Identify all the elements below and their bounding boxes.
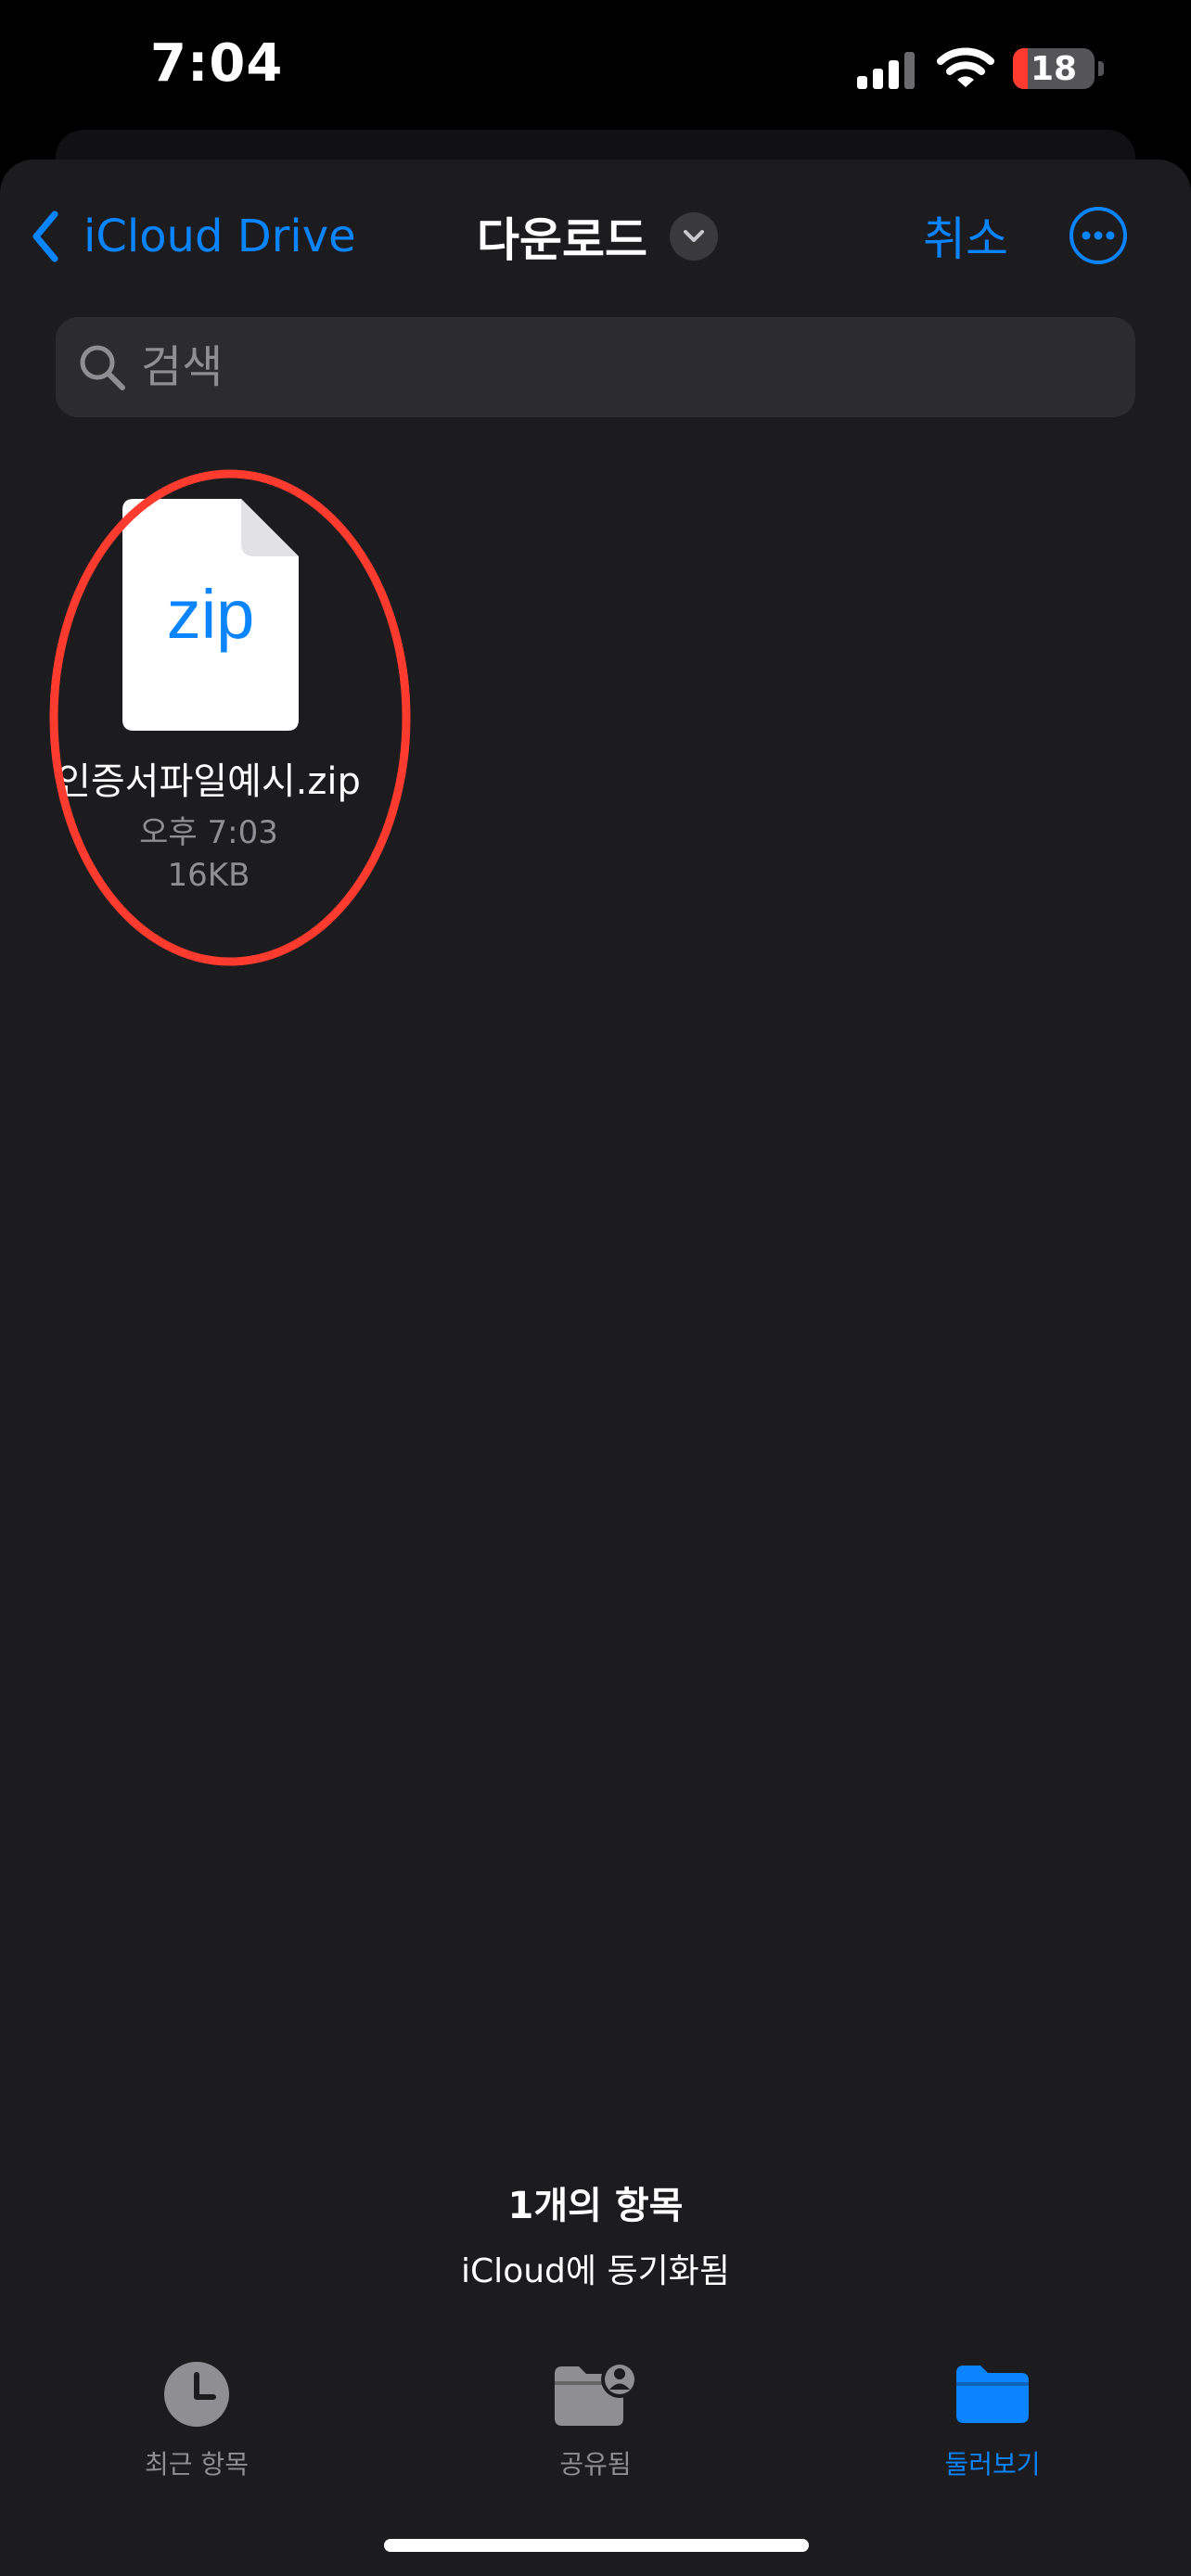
search-icon xyxy=(80,345,125,390)
search-input[interactable] xyxy=(141,317,1115,417)
back-label: iCloud Drive xyxy=(83,210,356,262)
page-title: 다운로드 xyxy=(477,213,647,267)
signal-icon xyxy=(857,52,915,89)
folder-title-menu[interactable]: 다운로드 xyxy=(477,206,718,267)
shared-folder-icon xyxy=(555,2361,638,2426)
status-time: 7:04 xyxy=(150,33,284,94)
chevron-down-icon xyxy=(684,230,704,242)
status-bar: 7:04 18 xyxy=(0,0,1191,139)
file-modified-time: 오후 7:03 xyxy=(139,814,278,851)
tab-label: 둘러보기 xyxy=(944,2449,1041,2480)
file-extension-label: zip xyxy=(166,576,255,653)
tab-shared[interactable]: 공유됨 xyxy=(484,2355,707,2504)
title-dropdown-button[interactable] xyxy=(670,212,718,261)
file-item[interactable]: zip 인증서파일예시.zip 오후 7:03 16KB xyxy=(28,482,390,909)
cancel-button[interactable]: 취소 xyxy=(923,202,1008,269)
battery-percent: 18 xyxy=(1030,50,1078,88)
tab-icon-wrap xyxy=(881,2355,1104,2433)
tab-browse[interactable]: 둘러보기 xyxy=(881,2355,1104,2504)
tab-label: 공유됨 xyxy=(559,2449,632,2480)
search-bar[interactable] xyxy=(56,317,1135,417)
back-button[interactable]: iCloud Drive xyxy=(32,206,356,267)
item-count: 1개의 항목 xyxy=(507,2185,684,2227)
file-size: 16KB xyxy=(167,857,250,894)
sync-status: iCloud에 동기화됨 xyxy=(461,2252,730,2290)
wifi-icon xyxy=(937,47,994,87)
tab-icon-wrap xyxy=(85,2355,308,2433)
battery-cap xyxy=(1098,61,1104,76)
tab-label: 최근 항목 xyxy=(145,2449,249,2480)
chevron-left-icon xyxy=(32,210,58,262)
tab-recents[interactable]: 최근 항목 xyxy=(85,2355,308,2504)
home-indicator[interactable] xyxy=(384,2539,809,2552)
file-name: 인증서파일예시.zip xyxy=(57,760,361,803)
clock-icon xyxy=(164,2362,229,2427)
battery-icon: 18 xyxy=(1013,48,1095,89)
more-icon[interactable] xyxy=(1069,206,1128,265)
folder-icon xyxy=(956,2366,1029,2423)
tab-icon-wrap xyxy=(484,2355,707,2433)
